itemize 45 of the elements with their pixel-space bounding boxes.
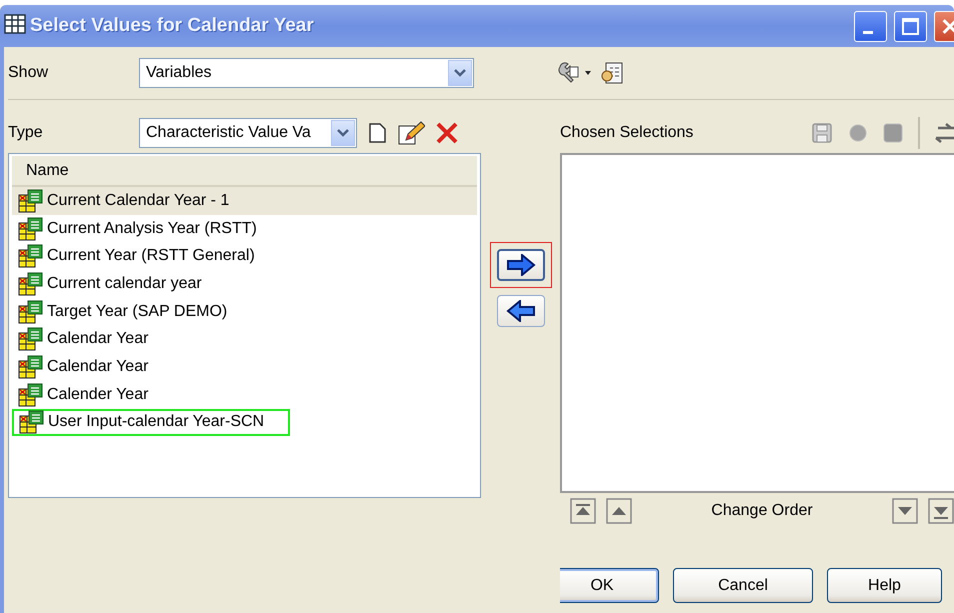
list-item[interactable]: Current Analysis Year (RSTT) <box>12 214 258 242</box>
list-item[interactable]: Current Calendar Year - 1 <box>12 187 477 215</box>
variable-icon <box>18 272 44 296</box>
list-item[interactable]: Current calendar year <box>12 270 203 298</box>
table-icon <box>4 14 26 34</box>
remove-button[interactable] <box>496 295 544 327</box>
help-button[interactable]: Help <box>827 568 942 603</box>
close-button[interactable] <box>934 10 954 42</box>
type-dropdown[interactable]: Characteristic Value Va <box>139 118 357 148</box>
variable-icon <box>18 188 44 213</box>
document-icon[interactable] <box>600 61 624 85</box>
variable-icon <box>18 382 44 407</box>
move-to-bottom-icon[interactable] <box>928 498 954 524</box>
chosen-selections-label: Chosen Selections <box>560 124 694 142</box>
window-title: Select Values for Calendar Year <box>30 15 315 37</box>
variable-icon <box>18 354 44 379</box>
add-button[interactable] <box>496 249 544 281</box>
delete-icon[interactable] <box>435 120 459 144</box>
new-document-icon[interactable] <box>367 120 387 144</box>
variable-icon <box>18 216 44 241</box>
change-order-label: Change Order <box>710 502 814 520</box>
column-header[interactable]: Name <box>26 162 69 180</box>
list-item[interactable]: User Input-calendar Year-SCN <box>12 408 290 436</box>
variable-icon <box>19 410 45 434</box>
move-down-icon[interactable] <box>892 498 918 524</box>
save-icon[interactable] <box>810 120 834 144</box>
list-item[interactable]: Target Year (SAP DEMO) <box>12 298 228 326</box>
move-up-icon[interactable] <box>606 498 632 524</box>
variable-icon <box>18 300 44 324</box>
list-item[interactable]: Calendar Year <box>12 353 150 381</box>
ok-button[interactable]: OK <box>560 568 659 603</box>
list-item[interactable]: Calendar Year <box>12 325 150 354</box>
list-item[interactable]: Current Year (RSTT General) <box>12 242 256 270</box>
edit-icon[interactable] <box>397 120 425 146</box>
show-label: Show <box>8 64 50 82</box>
list-item[interactable]: Calender Year <box>12 380 150 408</box>
variable-icon <box>18 244 44 268</box>
swap-icon[interactable] <box>934 120 954 144</box>
show-dropdown[interactable]: Variables <box>139 58 474 88</box>
variable-icon <box>18 327 44 352</box>
move-to-top-icon[interactable] <box>570 498 596 524</box>
maximize-button[interactable] <box>894 10 927 42</box>
cancel-button[interactable]: Cancel <box>673 568 813 603</box>
minimize-button[interactable] <box>854 10 887 42</box>
type-label: Type <box>8 124 44 142</box>
